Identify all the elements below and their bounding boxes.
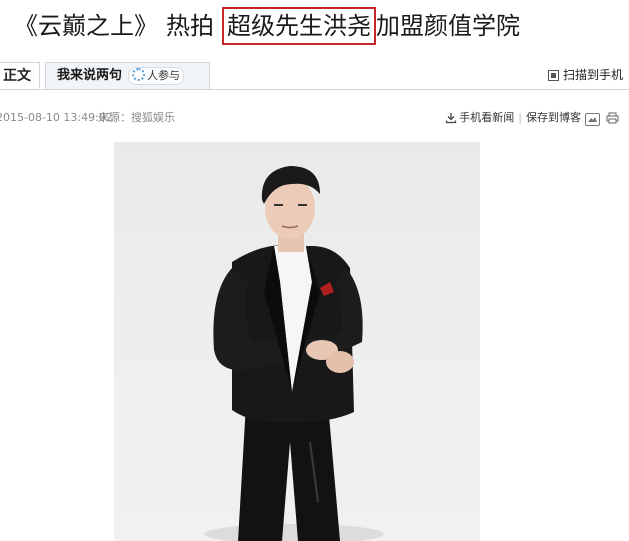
loading-spinner-icon: [132, 68, 146, 81]
headline-verb: 热拍: [166, 12, 214, 40]
download-icon: [445, 111, 457, 131]
article-meta: 2015-08-10 13:49:02 来源：搜狐娱乐 手机看新闻 | 保存到博客: [0, 108, 629, 128]
qr-code-icon: [547, 70, 559, 81]
participants-label: 人参与: [147, 69, 181, 82]
article-tab-bar: 正文 我来说两句 人参与 扫描到手机: [0, 62, 629, 90]
headline-tail: 加盟颜值学院: [376, 12, 520, 40]
man-in-suit-illustration: [204, 166, 384, 541]
tab-comments[interactable]: 我来说两句 人参与: [45, 62, 210, 89]
article-source: 来源：搜狐娱乐: [98, 111, 175, 124]
print-icon[interactable]: [606, 111, 619, 131]
image-icon[interactable]: [585, 113, 600, 126]
article-photo: [114, 142, 480, 541]
separator: |: [518, 111, 522, 124]
publish-datetime: 2015-08-10 13:49:02: [0, 111, 113, 124]
participants-badge: 人参与: [128, 67, 185, 85]
scan-to-phone-link[interactable]: 扫描到手机: [547, 66, 623, 84]
article-actions: 手机看新闻 | 保存到博客: [445, 108, 621, 131]
article-headline: 《云巅之上》 热拍 超级先生洪尧 加盟颜值学院: [0, 6, 629, 46]
tab-comments-label: 我来说两句: [57, 68, 123, 83]
tab-main-text[interactable]: 正文: [0, 62, 40, 89]
article-page: 《云巅之上》 热拍 超级先生洪尧 加盟颜值学院 正文 我来说两句 人参与 扫描到手机 2…: [0, 0, 629, 541]
headline-title-part: 《云巅之上》: [14, 12, 158, 40]
mobile-news-link[interactable]: 手机看新闻: [459, 111, 514, 124]
save-to-blog-link[interactable]: 保存到博客: [526, 111, 581, 124]
headline-highlighted-name: 超级先生洪尧: [222, 7, 376, 45]
scan-to-phone-label: 扫描到手机: [562, 68, 623, 82]
